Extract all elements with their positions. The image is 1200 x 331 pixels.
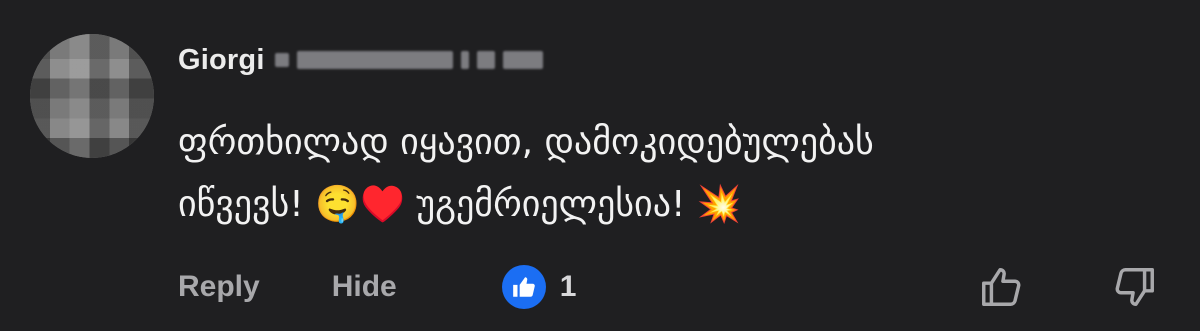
author-name[interactable]: Giorgi: [178, 44, 265, 77]
avatar[interactable]: [30, 34, 154, 158]
upvote-button[interactable]: [976, 262, 1026, 312]
thumbs-up-icon: [512, 277, 535, 297]
comment-text-segment: უგემრიელესია!: [416, 184, 686, 225]
comment-text-segment: იწვევს!: [178, 184, 304, 225]
thumbs-down-outline-icon: [1115, 268, 1154, 306]
comment-line-2: იწვევს! 🤤♥️ უგემრიელესია! 💥: [178, 174, 1168, 236]
reply-button[interactable]: Reply: [178, 270, 260, 304]
hide-button[interactable]: Hide: [332, 270, 397, 304]
thumbs-up-outline-icon: [982, 268, 1021, 306]
avatar-image-blurred: [30, 34, 154, 158]
comment-body: ფრთხილად იყავით, დამოკიდებულებას იწვევს!…: [178, 112, 1168, 236]
collision-emoji: 💥: [696, 184, 742, 225]
downvote-button[interactable]: [1110, 262, 1160, 312]
comment-header: Giorgi: [178, 42, 543, 78]
drooling-face-emoji: 🤤: [315, 184, 360, 225]
redacted-author-surname: [274, 47, 543, 73]
like-reaction-badge[interactable]: [501, 265, 546, 309]
red-heart-emoji: ♥️: [359, 184, 405, 225]
comment-line-1: ფრთხილად იყავით, დამოკიდებულებას: [178, 122, 874, 163]
like-count: 1: [559, 270, 577, 303]
comment-actions: Reply Hide 1: [178, 262, 576, 312]
